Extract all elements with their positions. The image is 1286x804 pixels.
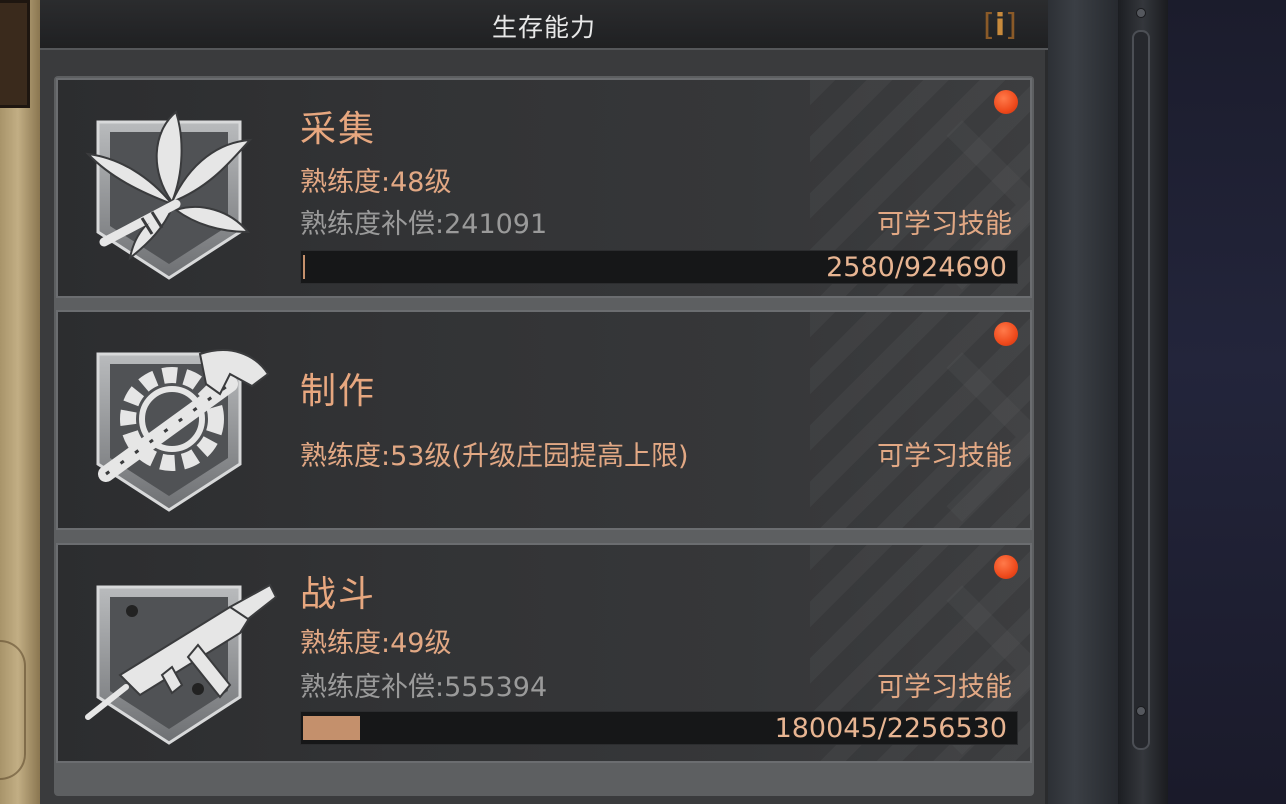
survival-ability-panel: 生存能力 [i] 采集 熟练度:48级 熟练度补偿:241091 可学习技能 2… — [40, 0, 1048, 804]
notification-dot — [994, 555, 1018, 579]
right-pillar — [1118, 0, 1168, 804]
skill-card-list: 采集 熟练度:48级 熟练度补偿:241091 可学习技能 2580/92469… — [54, 76, 1034, 796]
pillar-rail — [1132, 30, 1150, 750]
left-emblem-outline — [0, 640, 26, 780]
learnable-skills-label: 可学习技能 — [877, 441, 1012, 472]
proficiency-compensation: 熟练度补偿:241091 — [300, 209, 548, 240]
proficiency-level: 熟练度:53级(升级庄园提高上限) — [300, 441, 689, 472]
learnable-skills-label: 可学习技能 — [877, 672, 1012, 703]
left-background — [0, 0, 40, 804]
proficiency-progress-bar: 180045/2256530 — [300, 711, 1018, 745]
notification-dot — [994, 322, 1018, 346]
background-scene — [1168, 0, 1286, 804]
skill-card-crafting[interactable]: 制作 熟练度:53级(升级庄园提高上限) 可学习技能 — [56, 310, 1032, 530]
proficiency-level: 熟练度:49级 — [300, 628, 452, 659]
hammer-gear-icon — [96, 349, 270, 512]
leaf-bundle-icon — [85, 110, 253, 280]
proficiency-level: 熟练度:48级 — [300, 167, 452, 198]
skill-title: 制作 — [300, 371, 377, 412]
skill-title: 战斗 — [300, 574, 377, 615]
skill-title: 采集 — [300, 109, 377, 150]
progress-value: 180045/2256530 — [774, 713, 1007, 744]
page-title: 生存能力 — [491, 13, 596, 42]
panel-header: 生存能力 [i] — [40, 0, 1048, 50]
proficiency-progress-bar: 2580/924690 — [300, 250, 1018, 284]
skill-card-combat[interactable]: 战斗 熟练度:49级 熟练度补偿:555394 可学习技能 180045/225… — [56, 543, 1032, 763]
progress-fill — [303, 255, 305, 279]
right-frame — [1040, 0, 1124, 804]
bolt-icon — [1136, 706, 1146, 716]
learnable-skills-label: 可学习技能 — [877, 209, 1012, 240]
notification-dot — [994, 90, 1018, 114]
skill-card-gathering[interactable]: 采集 熟练度:48级 熟练度补偿:241091 可学习技能 2580/92469… — [56, 78, 1032, 298]
bolt-icon — [1136, 8, 1146, 18]
info-button[interactable]: [i] — [973, 8, 1027, 46]
left-side-tab — [0, 0, 30, 108]
info-icon: i — [994, 8, 1006, 43]
submachine-gun-icon — [85, 583, 278, 745]
proficiency-compensation: 熟练度补偿:555394 — [300, 672, 548, 703]
progress-value: 2580/924690 — [826, 252, 1007, 283]
progress-fill — [303, 716, 360, 740]
